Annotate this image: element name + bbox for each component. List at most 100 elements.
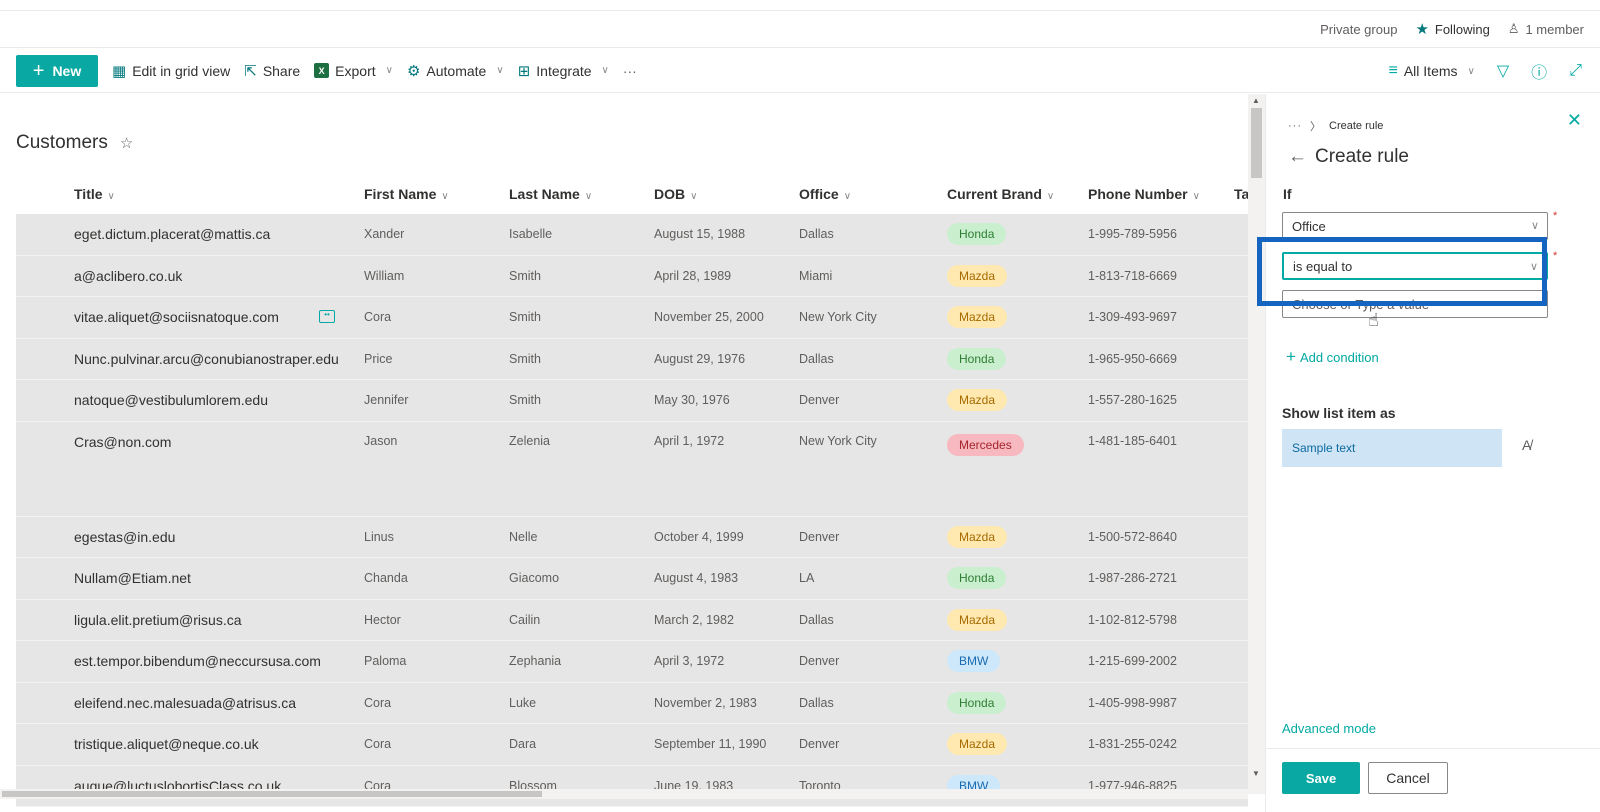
column-header-current-brand[interactable]: Current Brand ∨ (947, 186, 1054, 202)
cell-title[interactable]: a@aclibero.co.uk (16, 268, 306, 284)
more-button[interactable]: ··· (623, 63, 637, 79)
brand-pill: Honda (947, 223, 1007, 246)
scroll-up-icon[interactable]: ▲ (1252, 96, 1260, 105)
members-button[interactable]: ♙ 1 member (1508, 21, 1584, 37)
follow-button[interactable]: ★ Following (1415, 20, 1489, 38)
breadcrumb: ··· 〉 Create rule (1288, 118, 1383, 134)
integrate-button[interactable]: ⊞ Integrate ∨ (518, 62, 609, 80)
divider (1266, 748, 1600, 749)
cell-current-brand: Honda (947, 347, 1007, 370)
cell-first-name: Chanda (364, 571, 408, 586)
cell-phone-number: 1-813-718-6669 (1088, 268, 1177, 283)
cell-office: Miami (799, 268, 833, 283)
chevron-down-icon: ∨ (496, 65, 504, 76)
cell-first-name: Hector (364, 612, 401, 627)
table-row[interactable]: natoque@vestibulumlorem.edu Jennifer Smith… (16, 380, 1248, 422)
table-row[interactable]: Nunc.pulvinar.arcu@conubianostraper.edu P… (16, 338, 1248, 380)
chevron-down-icon: ∨ (601, 65, 609, 76)
cell-phone-number: 1-557-280-1625 (1088, 393, 1177, 408)
list-title-text: Customers (16, 132, 108, 153)
field-dropdown[interactable]: Office ∨ (1282, 212, 1548, 240)
cell-dob: August 4, 1983 (654, 571, 739, 586)
edit-format-icon[interactable]: A̸ (1522, 437, 1531, 453)
star-outline-icon[interactable]: ☆ (120, 134, 133, 152)
horizontal-scrollbar[interactable] (0, 789, 1248, 799)
cell-title[interactable]: ligula.elit.pretium@risus.ca (16, 612, 306, 628)
cell-office: New York City (799, 433, 877, 448)
cell-current-brand: Honda (947, 691, 1007, 714)
back-arrow-icon[interactable]: ← (1288, 146, 1307, 168)
cell-office: Denver (799, 737, 840, 752)
add-condition-button[interactable]: + Add condition (1286, 347, 1379, 367)
scrollbar-thumb[interactable] (2, 791, 542, 797)
cell-title[interactable]: eget.dictum.placerat@mattis.ca (16, 226, 306, 242)
expand-icon[interactable]: ⤢ (1569, 62, 1582, 80)
share-button[interactable]: ⇱ Share (244, 62, 300, 80)
cell-title[interactable]: natoque@vestibulumlorem.edu (16, 392, 306, 408)
table-row[interactable]: Nullam@Etiam.net Chanda Giacomo August 4, 1… (16, 558, 1248, 600)
show-as-label: Show list item as (1282, 405, 1396, 421)
cell-first-name: Paloma (364, 654, 407, 669)
info-icon[interactable]: ⓘ (1531, 59, 1547, 83)
table-row[interactable]: Cras@non.com Jason Zelenia April 1, 1972 New… (16, 421, 1248, 517)
comment-icon[interactable]: •• (319, 310, 335, 323)
cell-title[interactable]: vitae.aliquet@sociisnatoque.com (16, 309, 306, 325)
filter-icon[interactable]: ▽ (1497, 61, 1509, 81)
cancel-button[interactable]: Cancel (1368, 762, 1448, 794)
command-bar: + New ▦ Edit in grid view ⇱ Share X Expo… (0, 49, 1600, 93)
operator-dropdown[interactable]: is equal to ∨ (1282, 252, 1548, 280)
column-header-last-name[interactable]: Last Name ∨ (509, 186, 592, 202)
table-row[interactable]: vitae.aliquet@sociisnatoque.com Cora Smith… (16, 297, 1248, 339)
advanced-mode-link[interactable]: Advanced mode (1282, 721, 1376, 736)
view-selector[interactable]: ≡ All Items ∨ (1389, 62, 1475, 80)
value-combobox[interactable]: Choose or Type a value (1282, 290, 1548, 318)
integrate-label: Integrate (536, 62, 592, 79)
cell-current-brand: Mazda (947, 306, 1008, 329)
vertical-scrollbar[interactable]: ▲ ▼ (1248, 94, 1265, 794)
if-label: If (1283, 186, 1292, 202)
column-header-first-name[interactable]: First Name ∨ (364, 186, 449, 202)
table-row[interactable]: augue@luctuslobortisClass.co.uk Cora Bloss… (16, 765, 1248, 807)
table-row[interactable]: ligula.elit.pretium@risus.ca Hector Cailin… (16, 599, 1248, 641)
scroll-down-icon[interactable]: ▼ (1252, 769, 1260, 778)
column-header-dob[interactable]: DOB ∨ (654, 186, 697, 202)
cell-title[interactable]: eleifend.nec.malesuada@atrisus.ca (16, 695, 306, 711)
table-row[interactable]: est.tempor.bibendum@neccursusa.com Paloma… (16, 641, 1248, 683)
edit-grid-view-button[interactable]: ▦ Edit in grid view (112, 62, 230, 80)
cell-first-name: Jennifer (364, 393, 409, 408)
chevron-down-icon: ∨ (1529, 261, 1538, 273)
share-icon: ⇱ (244, 62, 257, 80)
table-row[interactable]: eget.dictum.placerat@mattis.ca Xander Isab… (16, 214, 1248, 256)
table-row[interactable]: eleifend.nec.malesuada@atrisus.ca Cora Luk… (16, 682, 1248, 724)
column-headers: Title ∨ First Name ∨ Last Name ∨ DOB ∨ Offic… (16, 174, 1249, 214)
export-button[interactable]: X Export ∨ (314, 63, 393, 79)
cell-dob: May 30, 1976 (654, 393, 730, 408)
column-header-phone-number[interactable]: Phone Number ∨ (1088, 186, 1200, 202)
column-header-office[interactable]: Office ∨ (799, 186, 851, 202)
cell-title[interactable]: tristique.aliquet@neque.co.uk (16, 736, 306, 752)
cell-title[interactable]: Nunc.pulvinar.arcu@conubianostraper.edu (16, 351, 339, 367)
cell-current-brand: Mazda (947, 525, 1008, 548)
cell-title[interactable]: egestas@in.edu (16, 529, 306, 545)
column-header-title[interactable]: Title ∨ (16, 186, 306, 202)
cell-title[interactable]: Cras@non.com (16, 434, 306, 450)
cell-title[interactable]: est.tempor.bibendum@neccursusa.com (16, 653, 321, 669)
brand-pill: Mazda (947, 733, 1008, 756)
scrollbar-thumb[interactable] (1251, 108, 1262, 178)
cell-phone-number: 1-987-286-2721 (1088, 571, 1177, 586)
required-asterisk: * (1553, 210, 1558, 222)
cell-office: New York City (799, 310, 877, 325)
privacy-label: Private group (1320, 21, 1398, 37)
table-row[interactable]: a@aclibero.co.uk William Smith April 28, 19… (16, 255, 1248, 297)
cell-office: Dallas (799, 227, 834, 242)
new-button[interactable]: + New (16, 54, 98, 87)
table-row[interactable]: tristique.aliquet@neque.co.uk Cora Dara Sep… (16, 724, 1248, 766)
breadcrumb-more[interactable]: ··· (1288, 120, 1302, 132)
automate-button[interactable]: ⚙ Automate ∨ (407, 62, 504, 80)
save-button[interactable]: Save (1282, 762, 1360, 794)
cell-last-name: Smith (509, 351, 541, 366)
close-icon[interactable]: ✕ (1567, 110, 1582, 131)
panel-title-text: Create rule (1315, 146, 1409, 167)
cell-title[interactable]: Nullam@Etiam.net (16, 570, 306, 586)
table-row[interactable]: egestas@in.edu Linus Nelle October 4, 1999 D… (16, 516, 1248, 558)
